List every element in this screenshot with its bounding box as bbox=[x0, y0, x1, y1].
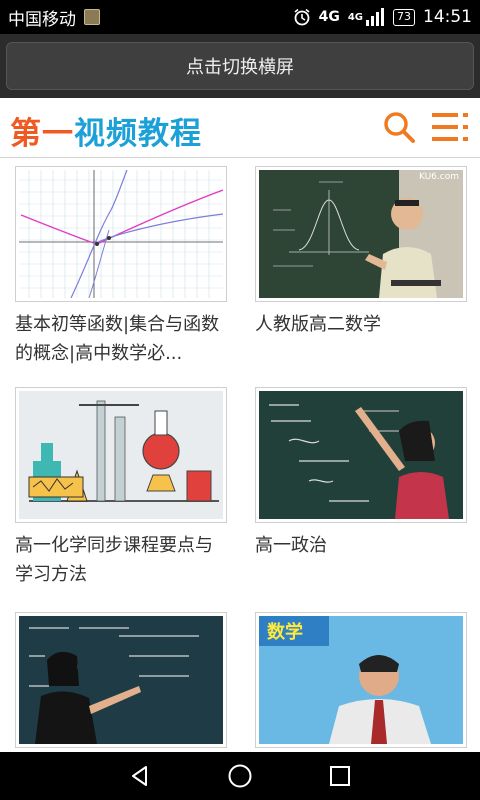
teacher-blackboard-image bbox=[259, 391, 463, 519]
chemistry-lab-image bbox=[19, 391, 223, 519]
video-card[interactable]: KU6.com 人教版高二数学 bbox=[255, 166, 467, 339]
list-menu-icon[interactable] bbox=[432, 110, 470, 144]
signal-icon bbox=[366, 8, 384, 26]
video-thumbnail[interactable] bbox=[255, 387, 467, 523]
video-card[interactable]: 数学 bbox=[255, 612, 467, 752]
video-thumbnail[interactable] bbox=[15, 612, 227, 748]
video-thumbnail[interactable]: 数学 bbox=[255, 612, 467, 748]
teacher-blackboard-image bbox=[259, 170, 463, 298]
network-type-label-secondary: 4G bbox=[347, 11, 363, 23]
video-title[interactable]: 高一政治 bbox=[255, 531, 467, 560]
battery-level: 73 bbox=[393, 8, 415, 26]
switch-landscape-button[interactable]: 点击切换横屏 bbox=[6, 42, 474, 90]
video-title[interactable]: 高一化学同步课程要点与学习方法 bbox=[15, 531, 227, 589]
home-icon bbox=[228, 764, 252, 788]
video-card[interactable] bbox=[15, 612, 227, 752]
status-bar: 中国移动 4G 4G 73 14:51 bbox=[0, 0, 480, 34]
logo-text-part1: 第一 bbox=[10, 116, 74, 152]
video-card[interactable]: 基本初等函数|集合与函数的概念|高中数学必... bbox=[15, 166, 227, 368]
thumbnail-badge: 数学 bbox=[267, 622, 303, 643]
video-thumbnail[interactable] bbox=[15, 166, 227, 302]
clock-time: 14:51 bbox=[423, 7, 472, 27]
switch-landscape-label: 点击切换横屏 bbox=[186, 57, 294, 78]
back-icon bbox=[132, 766, 147, 786]
notification-image-icon bbox=[84, 9, 100, 25]
back-button[interactable] bbox=[125, 761, 155, 791]
carrier-name: 中国移动 bbox=[8, 9, 76, 30]
search-icon[interactable] bbox=[382, 110, 416, 144]
app-header: 第一视频教程 bbox=[0, 98, 480, 158]
video-list: 基本初等函数|集合与函数的概念|高中数学必... KU6.com 人教版高二数学… bbox=[0, 158, 480, 752]
recents-icon bbox=[330, 766, 350, 786]
app-logo: 第一视频教程 bbox=[10, 108, 202, 153]
network-type-label: 4G bbox=[318, 9, 340, 25]
thumbnail-watermark: KU6.com bbox=[418, 172, 459, 182]
logo-text-part2: 视频教程 bbox=[74, 116, 202, 152]
system-nav-bar bbox=[0, 752, 480, 800]
teacher-blackboard-image bbox=[19, 616, 223, 744]
video-title[interactable]: 人教版高二数学 bbox=[255, 310, 467, 339]
video-thumbnail[interactable] bbox=[15, 387, 227, 523]
video-card[interactable]: 高一政治 bbox=[255, 387, 467, 560]
function-graph-image bbox=[19, 170, 223, 298]
recents-button[interactable] bbox=[325, 761, 355, 791]
alarm-icon bbox=[294, 8, 310, 26]
rotate-bar: 点击切换横屏 bbox=[0, 34, 480, 98]
home-button[interactable] bbox=[225, 761, 255, 791]
video-thumbnail[interactable]: KU6.com bbox=[255, 166, 467, 302]
video-title[interactable]: 基本初等函数|集合与函数的概念|高中数学必... bbox=[15, 310, 227, 368]
video-card[interactable]: 高一化学同步课程要点与学习方法 bbox=[15, 387, 227, 589]
